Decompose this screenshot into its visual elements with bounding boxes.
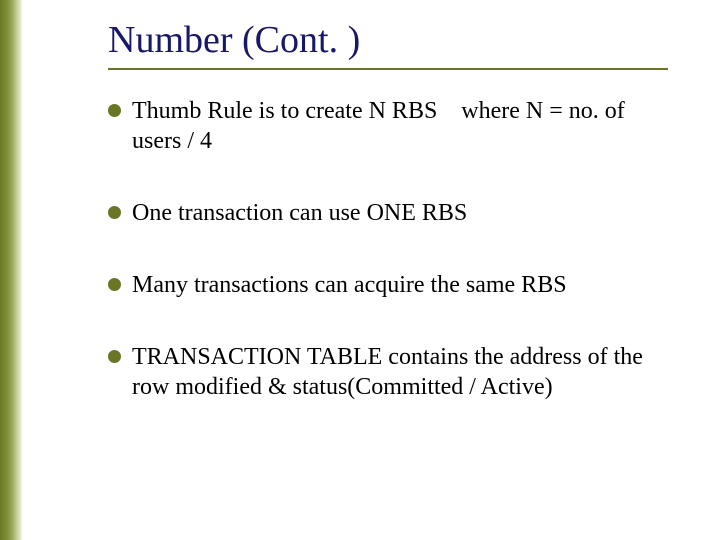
bullet-item: Many transactions can acquire the same R… xyxy=(108,270,668,300)
bullet-item: Thumb Rule is to create N RBS where N = … xyxy=(108,96,668,156)
slide-content: Number (Cont. ) Thumb Rule is to create … xyxy=(108,20,688,444)
bullet-item: TRANSACTION TABLE contains the address o… xyxy=(108,342,668,402)
bullet-list: Thumb Rule is to create N RBS where N = … xyxy=(108,96,668,402)
title-underline xyxy=(108,68,668,70)
slide-title: Number (Cont. ) xyxy=(108,20,688,62)
slide-accent-edge xyxy=(0,0,22,540)
bullet-item: One transaction can use ONE RBS xyxy=(108,198,668,228)
